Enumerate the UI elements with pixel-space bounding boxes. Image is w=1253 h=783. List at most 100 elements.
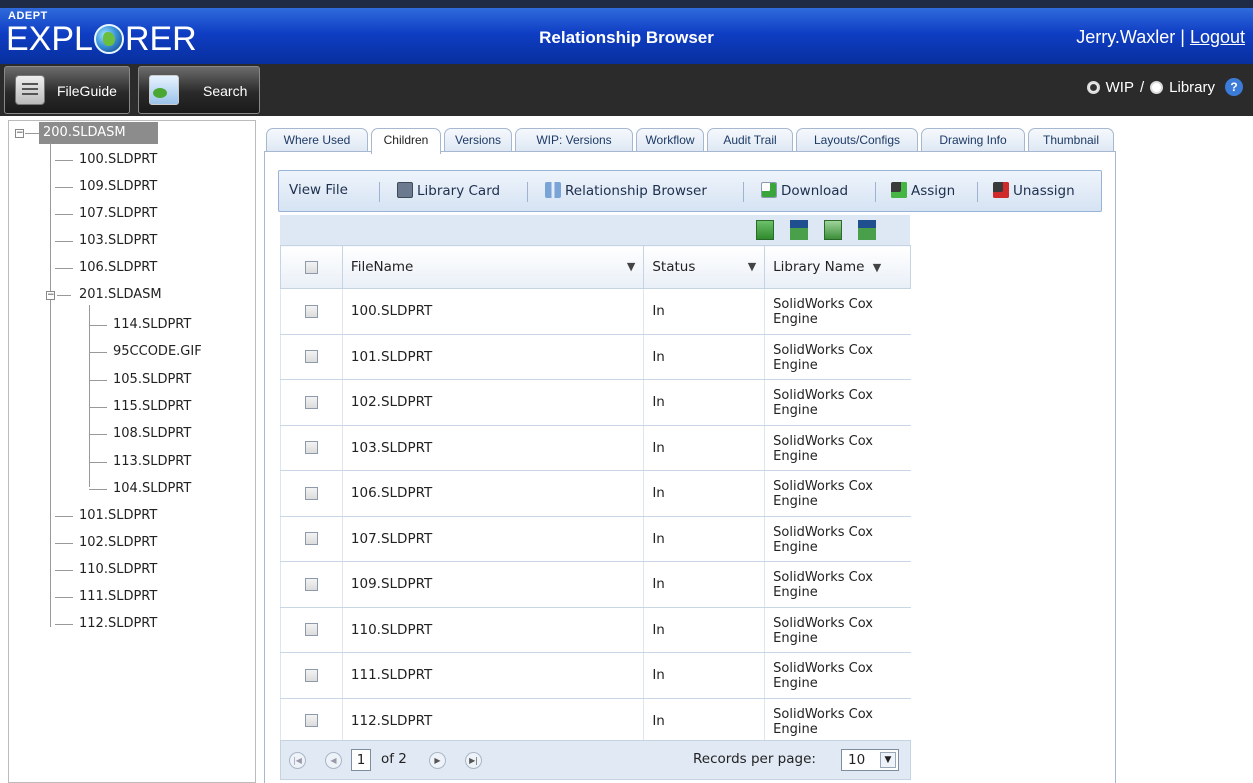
header-filename[interactable]: FileName ▼ <box>341 245 645 289</box>
tree-node[interactable]: 110.SLDPRT <box>79 559 157 581</box>
unassign-button[interactable]: Unassign <box>993 182 1075 199</box>
tree-line <box>89 325 107 326</box>
tree-node[interactable]: 101.SLDPRT <box>79 505 157 527</box>
tab-workflow[interactable]: Workflow <box>636 128 704 152</box>
tab-layouts-configs[interactable]: Layouts/Configs <box>796 128 918 152</box>
row-select-cell <box>280 561 343 608</box>
tree-node[interactable]: 106.SLDPRT <box>79 257 157 279</box>
table-row[interactable]: 112.SLDPRT In SolidWorks Cox Engine <box>280 698 911 744</box>
prev-page-icon[interactable]: ◀ <box>325 752 342 769</box>
filename-cell[interactable]: 103.SLDPRT <box>341 425 644 471</box>
header-filename-label: FileName <box>350 259 414 275</box>
row-checkbox[interactable] <box>304 668 318 682</box>
library-card-button[interactable]: Library Card <box>397 182 500 199</box>
tree-node[interactable]: 103.SLDPRT <box>79 230 157 252</box>
first-page-icon[interactable]: |◀ <box>289 752 306 769</box>
export-csv-icon[interactable] <box>790 220 808 240</box>
filename-cell[interactable]: 109.SLDPRT <box>341 561 644 608</box>
records-per-page-select[interactable]: 10 ▼ <box>841 749 899 771</box>
table-row[interactable]: 107.SLDPRT In SolidWorks Cox Engine <box>280 516 911 562</box>
tree-node[interactable]: 112.SLDPRT <box>79 613 157 635</box>
export-toolbar <box>280 215 910 245</box>
row-checkbox[interactable] <box>304 304 318 318</box>
tree-node[interactable]: 114.SLDPRT <box>113 314 191 336</box>
filename-cell[interactable]: 107.SLDPRT <box>341 516 644 562</box>
page-number-input[interactable]: 1 <box>351 749 371 771</box>
filename-cell[interactable]: 112.SLDPRT <box>341 698 644 744</box>
tree-line <box>55 160 73 161</box>
table-row[interactable]: 106.SLDPRT In SolidWorks Cox Engine <box>280 470 911 517</box>
tree-line <box>89 305 90 487</box>
collapse-toggle-subassembly[interactable]: − <box>46 291 55 300</box>
table-row[interactable]: 101.SLDPRT In SolidWorks Cox Engine <box>280 334 911 380</box>
filename-cell[interactable]: 100.SLDPRT <box>341 288 644 335</box>
tree-node-root[interactable]: 200.SLDASM <box>39 122 158 144</box>
tree-node[interactable]: 111.SLDPRT <box>79 586 157 608</box>
tab-where-used[interactable]: Where Used <box>266 128 368 152</box>
tab-versions[interactable]: Versions <box>444 128 512 152</box>
tab-audit-trail[interactable]: Audit Trail <box>707 128 793 152</box>
row-checkbox[interactable] <box>304 441 318 455</box>
wip-label: WIP <box>1105 78 1134 96</box>
view-file-button[interactable]: View File <box>289 182 348 198</box>
library-name-line2: Engine <box>773 403 818 419</box>
row-checkbox[interactable] <box>304 350 318 364</box>
tree-node[interactable]: 109.SLDPRT <box>79 176 157 198</box>
tree-line <box>55 543 73 544</box>
tab-children[interactable]: Children <box>371 128 441 154</box>
header-status[interactable]: Status ▼ <box>643 245 766 289</box>
filename-cell[interactable]: 106.SLDPRT <box>341 470 644 517</box>
tree-node[interactable]: 100.SLDPRT <box>79 149 157 171</box>
next-page-icon[interactable]: ▶ <box>429 752 446 769</box>
row-checkbox[interactable] <box>304 486 318 500</box>
records-per-page-label: Records per page: <box>693 751 816 767</box>
filter-icon[interactable]: ▼ <box>627 260 635 273</box>
last-page-icon[interactable]: ▶| <box>465 752 482 769</box>
tab-drawing-info[interactable]: Drawing Info <box>921 128 1025 152</box>
table-row[interactable]: 111.SLDPRT In SolidWorks Cox Engine <box>280 652 911 699</box>
select-all-checkbox[interactable] <box>304 260 318 274</box>
username: Jerry.Waxler <box>1076 27 1176 47</box>
filename-cell[interactable]: 110.SLDPRT <box>341 607 644 653</box>
row-checkbox[interactable] <box>304 532 318 546</box>
tree-node[interactable]: 115.SLDPRT <box>113 396 191 418</box>
tree-node[interactable]: 105.SLDPRT <box>113 369 191 391</box>
tree-node[interactable]: 104.SLDPRT <box>113 478 191 500</box>
fileguide-button[interactable]: FileGuide <box>4 66 130 114</box>
export-excel-icon[interactable] <box>756 220 774 240</box>
filter-icon[interactable]: ▼ <box>748 260 756 273</box>
tree-node-subassembly[interactable]: 201.SLDASM <box>79 284 162 306</box>
wip-radio[interactable] <box>1086 80 1100 94</box>
table-row[interactable]: 103.SLDPRT In SolidWorks Cox Engine <box>280 425 911 471</box>
export-excel-all-icon[interactable] <box>824 220 842 240</box>
tab-wip-versions[interactable]: WIP: Versions <box>515 128 633 152</box>
table-row[interactable]: 110.SLDPRT In SolidWorks Cox Engine <box>280 607 911 653</box>
table-row[interactable]: 100.SLDPRT In SolidWorks Cox Engine <box>280 288 911 335</box>
assign-button[interactable]: Assign <box>891 182 955 199</box>
tree-node[interactable]: 108.SLDPRT <box>113 423 191 445</box>
filter-icon[interactable]: ▼ <box>873 261 881 274</box>
filename-cell[interactable]: 102.SLDPRT <box>341 379 644 426</box>
tree-node[interactable]: 95CCODE.GIF <box>113 341 202 363</box>
search-button[interactable]: Search <box>138 66 260 114</box>
export-csv-all-icon[interactable] <box>858 220 876 240</box>
header-library-name[interactable]: Library Name ▼ <box>764 245 911 289</box>
row-checkbox[interactable] <box>304 623 318 637</box>
row-checkbox[interactable] <box>304 395 318 409</box>
table-row[interactable]: 102.SLDPRT In SolidWorks Cox Engine <box>280 379 911 426</box>
relationship-browser-button[interactable]: Relationship Browser <box>545 182 707 199</box>
filename-cell[interactable]: 111.SLDPRT <box>341 652 644 699</box>
download-button[interactable]: Download <box>761 182 848 199</box>
tree-node[interactable]: 113.SLDPRT <box>113 451 191 473</box>
logout-link[interactable]: Logout <box>1190 27 1245 47</box>
table-row[interactable]: 109.SLDPRT In SolidWorks Cox Engine <box>280 561 911 608</box>
row-checkbox[interactable] <box>304 714 318 728</box>
help-icon[interactable]: ? <box>1225 78 1243 96</box>
filename-cell[interactable]: 101.SLDPRT <box>341 334 644 380</box>
collapse-toggle-root[interactable]: − <box>15 129 24 138</box>
tab-thumbnail[interactable]: Thumbnail <box>1028 128 1114 152</box>
row-checkbox[interactable] <box>304 577 318 591</box>
library-radio[interactable] <box>1150 80 1164 94</box>
tree-node[interactable]: 102.SLDPRT <box>79 532 157 554</box>
tree-node[interactable]: 107.SLDPRT <box>79 203 157 225</box>
